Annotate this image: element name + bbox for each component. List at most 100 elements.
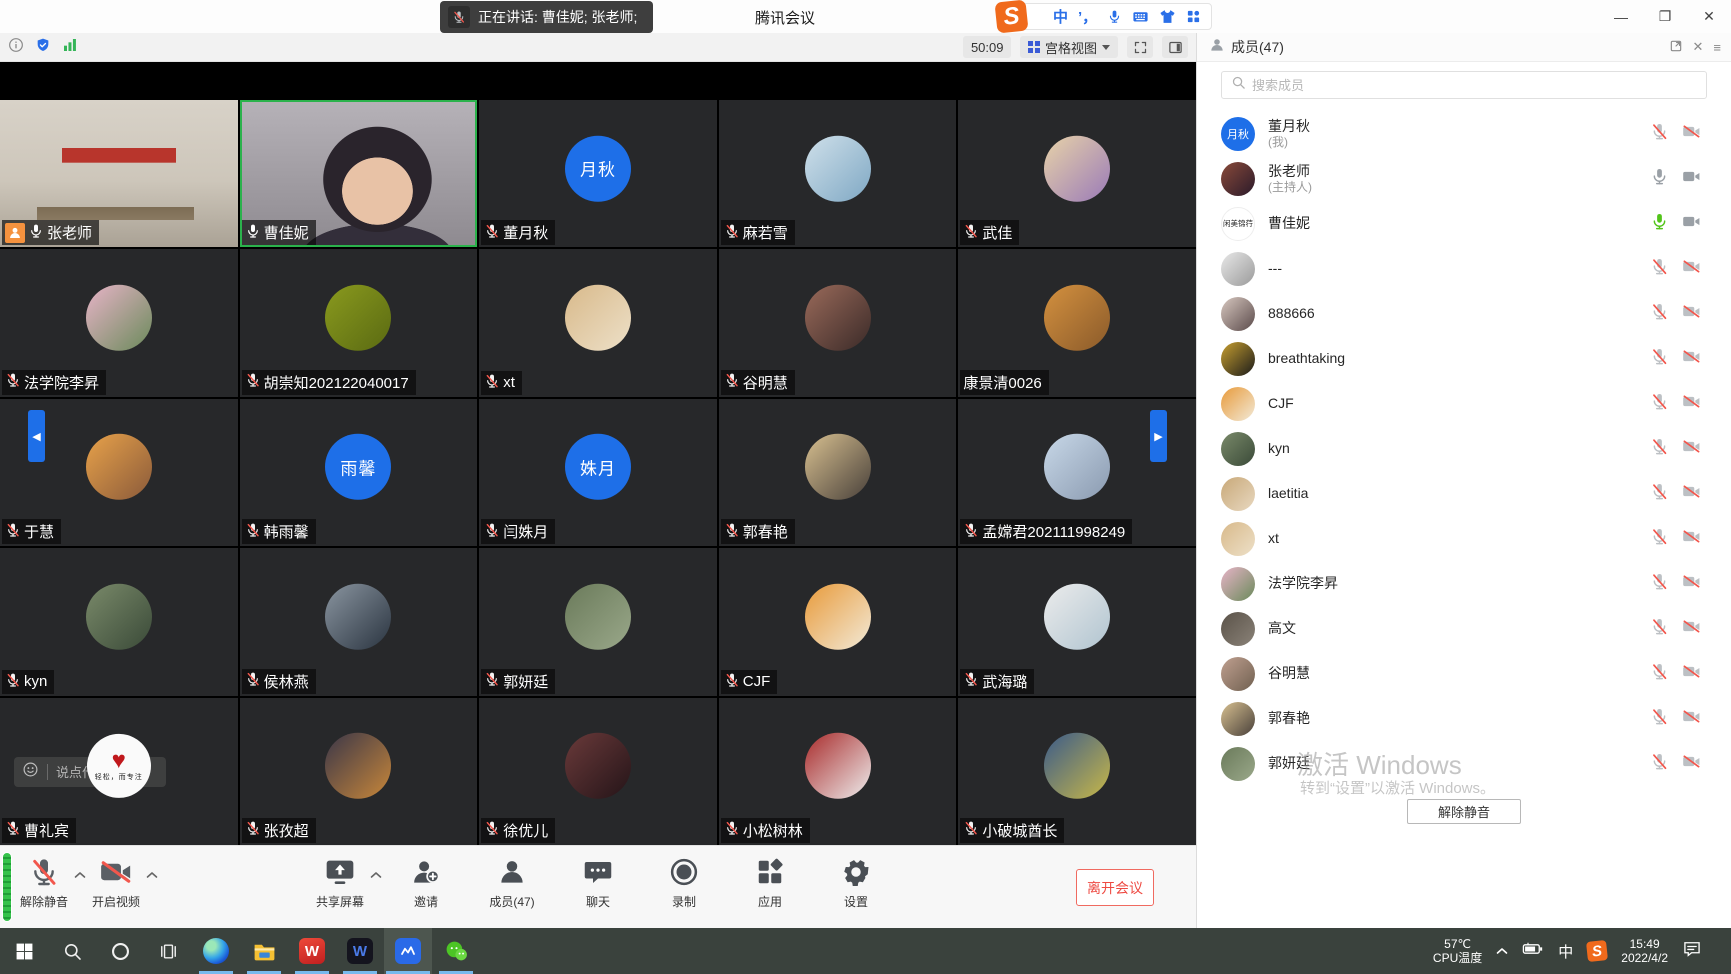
video-tile[interactable]: xt: [479, 249, 717, 396]
mic-muted-icon[interactable]: [1650, 437, 1669, 461]
video-tile[interactable]: 张孜超: [240, 698, 478, 845]
battery-icon[interactable]: [1522, 939, 1544, 964]
chat-button[interactable]: 聊天: [572, 854, 624, 910]
member-row[interactable]: 郭春艳: [1197, 696, 1731, 741]
mic-icon[interactable]: [1650, 167, 1669, 191]
camera-off-icon[interactable]: [1682, 482, 1701, 506]
restore-button[interactable]: ❐: [1643, 0, 1687, 33]
next-page-arrow[interactable]: ▶: [1150, 410, 1167, 462]
video-tile[interactable]: 侯林燕: [240, 548, 478, 695]
sidebar-toggle-button[interactable]: [1162, 36, 1188, 58]
video-tile[interactable]: 谷明慧: [719, 249, 957, 396]
ime-keyboard-icon[interactable]: [1132, 8, 1149, 25]
close-panel-icon[interactable]: ✕: [1693, 39, 1704, 55]
camera-off-icon[interactable]: [1682, 662, 1701, 686]
taskbar-tencent-meeting-icon[interactable]: [384, 928, 432, 974]
taskbar-search-icon[interactable]: [48, 928, 96, 974]
taskbar-edge-icon[interactable]: [192, 928, 240, 974]
video-tile[interactable]: 小破城酋长: [958, 698, 1196, 845]
mic-muted-icon[interactable]: [1650, 482, 1669, 506]
member-row[interactable]: kyn: [1197, 426, 1731, 471]
chevron-up-icon[interactable]: [74, 866, 86, 884]
taskbar-wps-office-icon[interactable]: W: [336, 928, 384, 974]
taskbar-task-view-icon[interactable]: [144, 928, 192, 974]
camera-icon[interactable]: [1682, 167, 1701, 191]
search-input[interactable]: [1252, 78, 1697, 93]
layout-view-button[interactable]: 宫格视图: [1020, 36, 1118, 58]
popout-panel-icon[interactable]: [1669, 39, 1683, 56]
member-row[interactable]: 高文: [1197, 606, 1731, 651]
video-tile[interactable]: 说点什么...♥ 轻松，而专注 曹礼宾: [0, 698, 238, 845]
member-row[interactable]: 法学院李昇: [1197, 561, 1731, 606]
record-button[interactable]: 录制: [658, 854, 710, 910]
ime-punct-toggle[interactable]: ’，: [1078, 6, 1097, 27]
member-row[interactable]: xt: [1197, 516, 1731, 561]
video-tile[interactable]: 雨馨 韩雨馨: [240, 399, 478, 546]
apps-button[interactable]: 应用: [744, 854, 796, 910]
clock[interactable]: 15:492022/4/2: [1621, 937, 1668, 965]
close-button[interactable]: ✕: [1687, 0, 1731, 33]
camera-off-icon[interactable]: [1682, 302, 1701, 326]
mic-muted-icon[interactable]: [1650, 392, 1669, 416]
security-shield-icon[interactable]: [35, 37, 51, 58]
meeting-info-icon[interactable]: [8, 37, 24, 58]
taskbar-start-icon[interactable]: [0, 928, 48, 974]
notification-icon[interactable]: [1682, 939, 1702, 964]
fullscreen-button[interactable]: [1127, 36, 1153, 58]
camera-icon[interactable]: [1682, 212, 1701, 236]
member-row[interactable]: breathtaking: [1197, 336, 1731, 381]
video-tile[interactable]: 康景清0026: [958, 249, 1196, 396]
invite-button[interactable]: 邀请: [400, 854, 452, 910]
emoji-icon[interactable]: [22, 761, 39, 783]
member-row[interactable]: 闲美锦荇曹佳妮: [1197, 201, 1731, 246]
member-row[interactable]: laetitia: [1197, 471, 1731, 516]
ime-skin-icon[interactable]: [1159, 8, 1176, 25]
taskbar-wechat-icon[interactable]: [432, 928, 480, 974]
mic-muted-icon[interactable]: [1650, 302, 1669, 326]
camera-off-icon[interactable]: [1682, 122, 1701, 146]
camera-off-icon[interactable]: [1682, 437, 1701, 461]
chevron-up-icon[interactable]: [370, 866, 382, 884]
video-tile[interactable]: 姝月 闫姝月: [479, 399, 717, 546]
ime-mic-icon[interactable]: [1107, 9, 1122, 24]
mic-muted-icon[interactable]: [1650, 527, 1669, 551]
video-tile[interactable]: 小松树林: [719, 698, 957, 845]
video-tile[interactable]: 徐优儿: [479, 698, 717, 845]
members-button[interactable]: 成员(47): [486, 854, 538, 910]
mic-muted-icon[interactable]: [1650, 707, 1669, 731]
member-row[interactable]: 888666: [1197, 291, 1731, 336]
mic-muted-icon[interactable]: [1650, 617, 1669, 641]
settings-button[interactable]: 设置: [830, 854, 882, 910]
panel-unmute-button[interactable]: 解除静音: [1407, 799, 1521, 824]
mic-muted-button[interactable]: 解除静音: [18, 854, 70, 910]
tray-expand-icon[interactable]: [1496, 942, 1508, 960]
video-tile[interactable]: 曹佳妮: [240, 100, 478, 247]
camera-off-icon[interactable]: [1682, 347, 1701, 371]
member-row[interactable]: CJF: [1197, 381, 1731, 426]
video-tile[interactable]: 胡崇知202122040017: [240, 249, 478, 396]
member-row[interactable]: ---: [1197, 246, 1731, 291]
video-tile[interactable]: 武佳: [958, 100, 1196, 247]
mic-muted-icon[interactable]: [1650, 122, 1669, 146]
video-tile[interactable]: 麻若雪: [719, 100, 957, 247]
video-tile[interactable]: kyn: [0, 548, 238, 695]
video-tile[interactable]: 郭春艳: [719, 399, 957, 546]
camera-off-icon[interactable]: [1682, 527, 1701, 551]
camera-off-button[interactable]: 开启视频: [90, 854, 142, 910]
mic-icon[interactable]: [1650, 212, 1669, 236]
video-tile[interactable]: 月秋 董月秋: [479, 100, 717, 247]
network-signal-icon[interactable]: [62, 37, 78, 58]
mic-muted-icon[interactable]: [1650, 347, 1669, 371]
video-tile[interactable]: 郭妍廷: [479, 548, 717, 695]
ime-lang-toggle[interactable]: 中: [1053, 6, 1068, 27]
camera-off-icon[interactable]: [1682, 617, 1701, 641]
member-row[interactable]: 谷明慧: [1197, 651, 1731, 696]
camera-off-icon[interactable]: [1682, 707, 1701, 731]
video-tile[interactable]: 张老师: [0, 100, 238, 247]
camera-off-icon[interactable]: [1682, 257, 1701, 281]
taskbar-wps-icon[interactable]: W: [288, 928, 336, 974]
member-row[interactable]: 张老师(主持人): [1197, 156, 1731, 201]
sogou-ime-icon[interactable]: S: [994, 0, 1028, 34]
chevron-up-icon[interactable]: [146, 866, 158, 884]
camera-off-icon[interactable]: [1682, 752, 1701, 776]
